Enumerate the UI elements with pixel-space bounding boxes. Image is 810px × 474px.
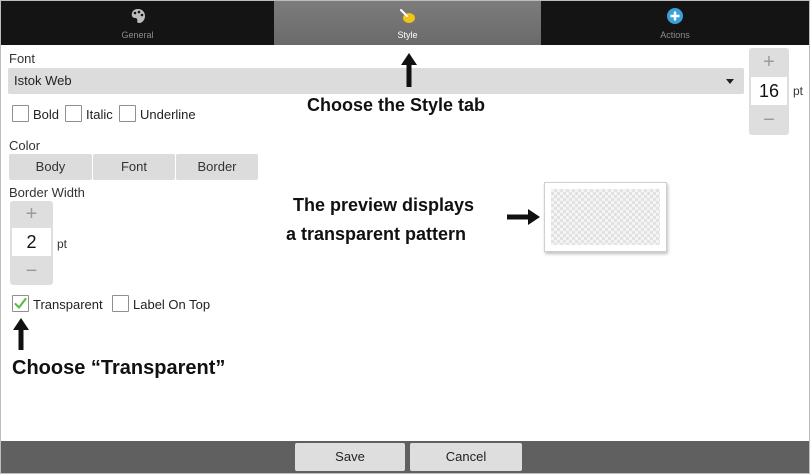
bold-label: Bold <box>33 107 60 122</box>
tab-style-label: Style <box>397 30 418 40</box>
label-on-top-checkbox[interactable] <box>112 295 129 312</box>
border-width-label: Border Width <box>9 185 85 200</box>
bold-checkbox[interactable] <box>12 105 29 122</box>
color-label: Color <box>9 138 41 153</box>
annotation-style-tab: Choose the Style tab <box>307 95 486 115</box>
font-select[interactable]: Istok Web <box>8 68 744 94</box>
font-color-button[interactable]: Font <box>93 154 175 180</box>
underline-checkbox[interactable] <box>119 105 136 122</box>
tab-actions[interactable]: Actions <box>541 1 809 45</box>
right-arrow-icon <box>507 209 540 225</box>
font-size-decrease-button[interactable]: − <box>749 108 789 132</box>
border-width-decrease-button[interactable]: − <box>10 259 53 283</box>
cancel-button[interactable]: Cancel <box>410 443 522 471</box>
transparent-checkbox[interactable] <box>12 295 29 312</box>
tab-general-label: General <box>121 30 154 40</box>
checkmark-icon <box>14 297 27 309</box>
tab-style[interactable]: Style <box>274 1 541 45</box>
dropdown-arrow-icon <box>726 79 734 84</box>
body-color-button[interactable]: Body <box>9 154 92 180</box>
bottom-action-bar: Save Cancel <box>1 441 809 473</box>
border-width-increase-button[interactable]: + <box>10 202 53 226</box>
save-button[interactable]: Save <box>295 443 405 471</box>
font-select-value: Istok Web <box>14 73 72 88</box>
italic-checkbox[interactable] <box>65 105 82 122</box>
underline-label: Underline <box>140 107 196 122</box>
transparent-pattern <box>551 189 660 245</box>
preview-box <box>544 182 667 252</box>
tab-actions-label: Actions <box>660 30 690 40</box>
font-size-increase-button[interactable]: + <box>749 50 789 74</box>
annotation-preview-line2: a transparent pattern <box>286 224 467 244</box>
annotation-preview-line1: The preview displays <box>293 195 475 215</box>
border-width-value[interactable]: 2 <box>12 228 51 256</box>
tab-bar: General Style Actions <box>1 1 809 45</box>
font-size-value[interactable]: 16 <box>751 77 787 105</box>
tab-general[interactable]: General <box>1 1 274 45</box>
border-width-stepper: + 2 − <box>10 201 53 285</box>
style-brush-icon <box>398 7 418 30</box>
add-circle-icon <box>666 7 684 30</box>
border-width-unit: pt <box>57 237 68 251</box>
italic-label: Italic <box>86 107 113 122</box>
label-on-top-label: Label On Top <box>133 297 211 312</box>
font-size-stepper: + 16 − <box>749 48 789 135</box>
transparent-label: Transparent <box>33 297 103 312</box>
up-arrow-icon <box>13 318 29 350</box>
border-color-button[interactable]: Border <box>176 154 258 180</box>
up-arrow-icon <box>401 53 417 87</box>
palette-icon <box>129 7 147 30</box>
annotation-transparent: Choose “Transparent” <box>12 357 226 379</box>
font-size-unit: pt <box>793 84 804 98</box>
font-label: Font <box>9 51 36 66</box>
